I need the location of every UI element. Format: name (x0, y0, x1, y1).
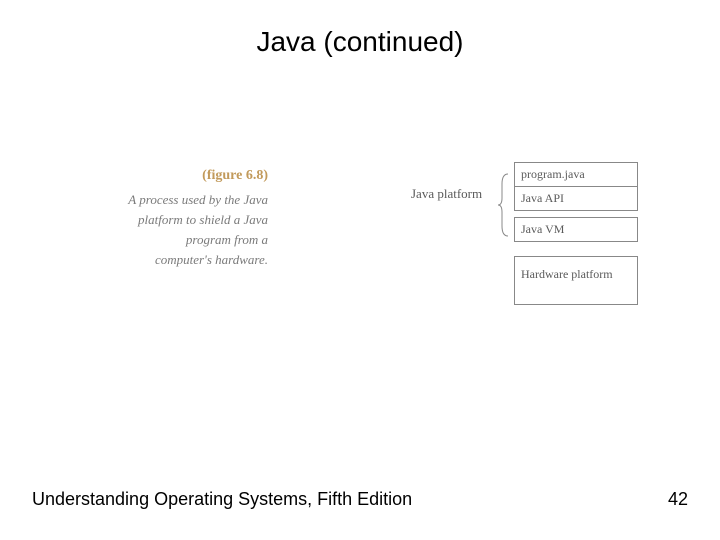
box-hardware-platform: Hardware platform (514, 256, 638, 305)
footer: Understanding Operating Systems, Fifth E… (32, 489, 688, 510)
figure-description: A process used by the Java platform to s… (128, 190, 268, 271)
brace-icon (497, 172, 509, 238)
box-program: program.java (514, 162, 638, 186)
footer-book-title: Understanding Operating Systems, Fifth E… (32, 489, 412, 510)
footer-page-number: 42 (668, 489, 688, 510)
slide: Java (continued) (figure 6.8) A process … (0, 0, 720, 540)
box-java-vm: Java VM (514, 217, 638, 242)
slide-title: Java (continued) (0, 26, 720, 58)
architecture-diagram: program.java Java API Java VM Hardware p… (514, 162, 638, 305)
box-java-api: Java API (514, 186, 638, 211)
platform-label: Java platform (411, 186, 482, 202)
figure-label: (figure 6.8) (128, 168, 268, 184)
figure-caption: (figure 6.8) A process used by the Java … (128, 168, 268, 271)
